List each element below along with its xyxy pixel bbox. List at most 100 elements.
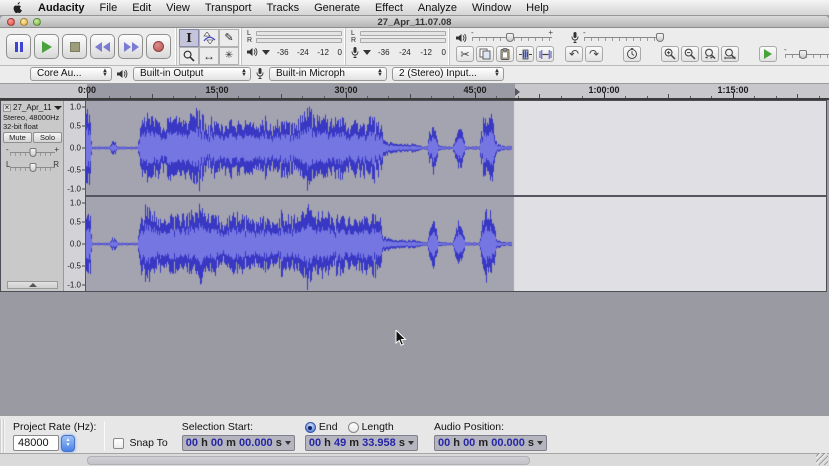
track-close-button[interactable]: × (3, 104, 11, 112)
pause-button[interactable] (6, 34, 31, 59)
stop-button[interactable] (62, 34, 87, 59)
input-volume-slider[interactable]: - (584, 32, 664, 43)
skip-to-end-button[interactable] (118, 34, 143, 59)
menu-item-analyze[interactable]: Analyze (418, 2, 457, 14)
menu-item-view[interactable]: View (166, 2, 190, 14)
timeline-ruler[interactable]: 0:0015:0030:0045:001:00:001:15:00 (0, 84, 829, 100)
waveform-canvas-ch2[interactable] (86, 197, 826, 291)
meter-scale-36: -36 (277, 48, 289, 57)
zoom-tool-button[interactable] (179, 47, 199, 65)
menu-item-help[interactable]: Help (526, 2, 549, 14)
menu-item-edit[interactable]: Edit (132, 2, 151, 14)
edit-toolbar: ✂ ↶ ↷ (450, 45, 829, 65)
pan-thumb[interactable] (29, 163, 36, 172)
track-collapse-button[interactable] (7, 281, 58, 289)
silence-audio-icon (539, 49, 552, 60)
sync-lock-button[interactable] (623, 46, 641, 62)
gain-thumb[interactable] (29, 148, 36, 157)
timefield-dropdown-icon[interactable] (408, 441, 414, 445)
play-button[interactable] (34, 34, 59, 59)
track-menu-icon[interactable] (54, 106, 62, 110)
length-radio[interactable] (348, 422, 359, 433)
multi-tool-button[interactable]: ✳ (219, 47, 239, 65)
timefield-dropdown-icon[interactable] (537, 441, 543, 445)
record-button[interactable] (146, 34, 171, 59)
solo-button[interactable]: Solo (33, 132, 62, 143)
output-volume-thumb[interactable] (506, 33, 514, 42)
length-radio-group[interactable]: Length (348, 421, 394, 433)
waveform-canvas-ch1[interactable] (86, 101, 826, 195)
zoom-out-icon (684, 48, 696, 60)
envelope-tool-icon (203, 32, 216, 44)
resize-grip-icon[interactable] (816, 453, 828, 465)
track-title[interactable]: 27_Apr_11... (13, 103, 52, 112)
menu-item-file[interactable]: File (99, 2, 117, 14)
output-volume-slider[interactable]: - + (472, 32, 552, 43)
redo-button[interactable]: ↷ (585, 46, 603, 62)
input-channels-select[interactable]: 2 (Stereo) Input... ▲▼ (392, 67, 504, 81)
mouse-cursor (395, 330, 407, 348)
end-radio[interactable] (305, 422, 316, 433)
input-channels-value: 2 (Stereo) Input... (399, 68, 490, 79)
menu-item-transport[interactable]: Transport (205, 2, 252, 14)
draw-tool-button[interactable]: ✎ (219, 29, 239, 47)
selection-tool-button[interactable]: I (179, 29, 199, 47)
paste-button[interactable] (496, 46, 514, 62)
window-title-bar[interactable]: 27_Apr_11.07.08 (0, 16, 829, 28)
end-radio-label: End (319, 421, 338, 433)
menu-item-tracks[interactable]: Tracks (267, 2, 300, 14)
selection-start-field[interactable]: 00 h 00 m 00.000 s (182, 435, 295, 451)
copy-button[interactable] (476, 46, 494, 62)
playback-speed-slider[interactable]: - + (785, 49, 829, 60)
output-device-select[interactable]: Built-in Output ▲▼ (133, 67, 251, 81)
meter-dropdown-icon[interactable] (262, 50, 270, 55)
zoom-in-button[interactable] (661, 46, 679, 62)
menu-item-generate[interactable]: Generate (314, 2, 360, 14)
gain-slider[interactable]: - + (6, 145, 59, 158)
menu-item-window[interactable]: Window (472, 2, 511, 14)
fit-selection-button[interactable] (701, 46, 719, 62)
playback-speed-thumb[interactable] (799, 50, 807, 59)
input-device-select[interactable]: Built-in Microph ▲▼ (269, 67, 387, 81)
audio-position-field[interactable]: 00 h 00 m 00.000 s (434, 435, 547, 451)
undo-button[interactable]: ↶ (565, 46, 583, 62)
skip-to-start-button[interactable] (90, 34, 115, 59)
timefield-dropdown-icon[interactable] (285, 441, 291, 445)
apple-icon[interactable] (12, 2, 23, 14)
audio-host-select[interactable]: Core Au... ▲▼ (30, 67, 112, 81)
input-volume-thumb[interactable] (656, 33, 664, 42)
vertical-scale-ruler[interactable]: 1.00.50.0-0.5-1.0 1.00.50.0-0.5-1.0 (63, 101, 86, 291)
project-rate-stepper[interactable]: ▲▼ (61, 435, 75, 452)
fit-project-button[interactable] (721, 46, 739, 62)
silence-audio-button[interactable] (536, 46, 554, 62)
window-title: 27_Apr_11.07.08 (0, 17, 829, 28)
recording-meter[interactable]: L R -36 -24 -12 0 (346, 28, 450, 65)
envelope-tool-button[interactable] (199, 29, 219, 47)
meter-left-label: L (247, 30, 254, 37)
pan-slider[interactable]: L R (6, 160, 59, 173)
playback-meter-bar-left (256, 31, 342, 36)
trim-audio-button[interactable] (516, 46, 534, 62)
selection-end-field[interactable]: 00 h 49 m 33.958 s (305, 435, 418, 451)
menu-item-audacity[interactable]: Audacity (38, 2, 84, 14)
zoom-out-button[interactable] (681, 46, 699, 62)
input-device-value: Built-in Microph (276, 68, 373, 79)
meter-scale-36: -36 (378, 48, 390, 57)
playback-meter[interactable]: L R -36 -24 -12 0 (242, 28, 346, 65)
select-arrows-icon: ▲▼ (494, 70, 500, 77)
end-radio-group[interactable]: End (305, 421, 338, 433)
meter-dropdown-icon[interactable] (363, 50, 371, 55)
project-rate-input[interactable]: 48000 (13, 435, 59, 451)
time-shift-tool-button[interactable]: ↔ (199, 47, 219, 65)
microphone-icon (351, 47, 359, 58)
pause-icon (15, 42, 23, 52)
menu-bar: Audacity File Edit View Transport Tracks… (0, 0, 829, 16)
track-format-line2: 32-bit float (3, 122, 62, 131)
redo-icon: ↷ (589, 48, 599, 60)
mute-button[interactable]: Mute (3, 132, 32, 143)
snap-to-checkbox[interactable] (113, 438, 124, 449)
cut-button[interactable]: ✂ (456, 46, 474, 62)
menu-item-effect[interactable]: Effect (375, 2, 403, 14)
play-at-speed-button[interactable] (759, 46, 777, 62)
horizontal-scrollbar[interactable] (87, 456, 530, 465)
